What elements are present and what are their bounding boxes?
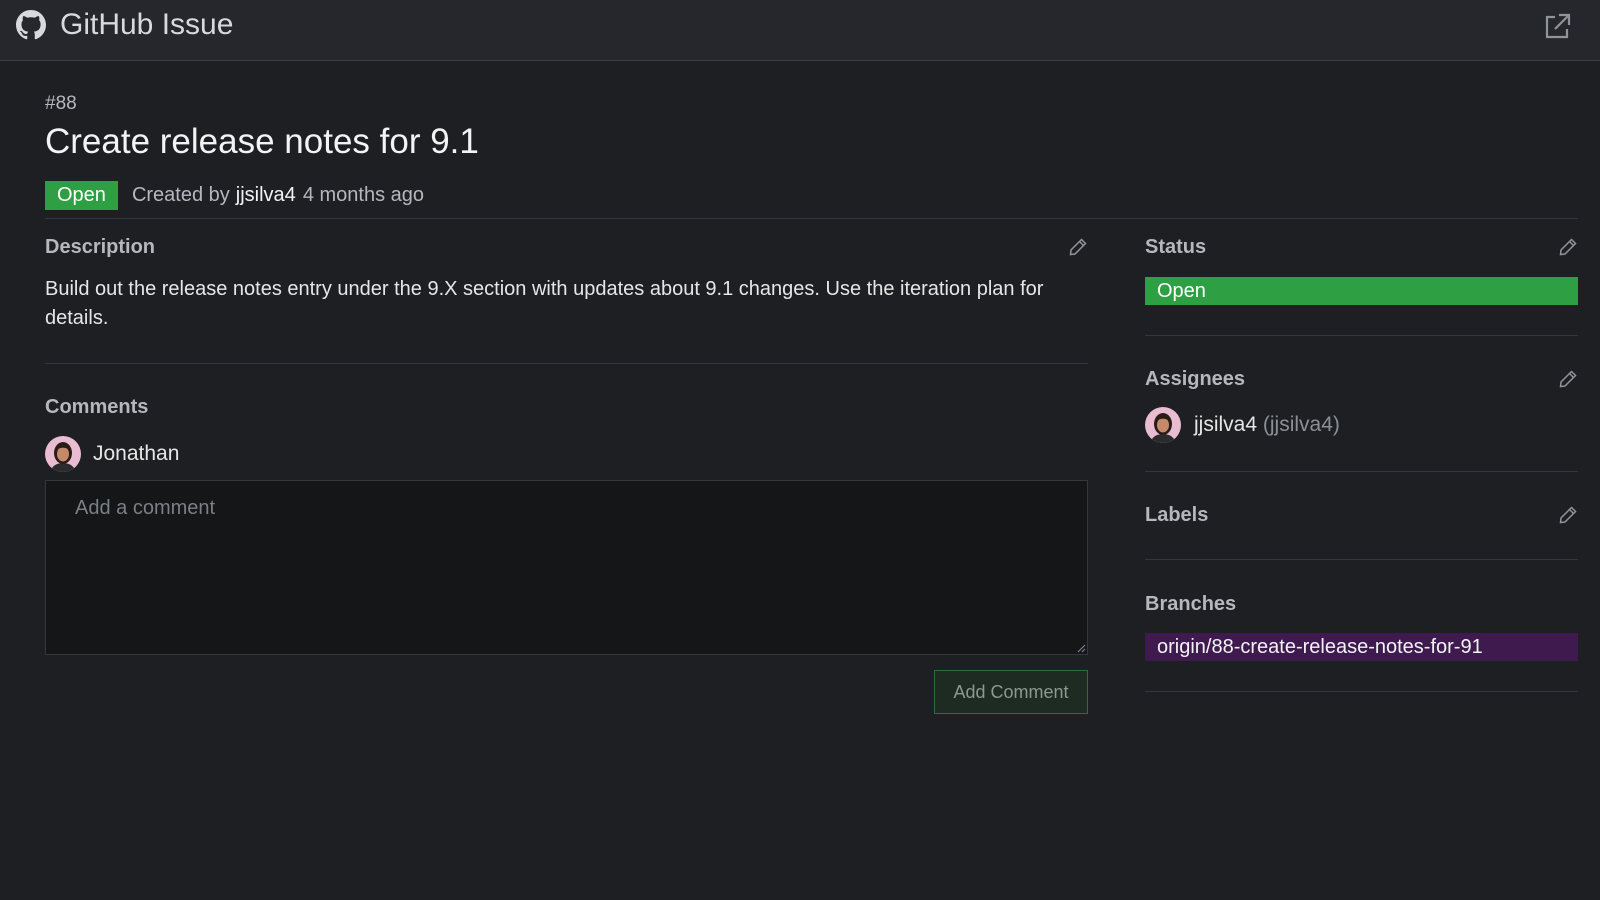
comment-input[interactable]	[45, 480, 1088, 655]
resize-grip-icon[interactable]	[1076, 643, 1086, 653]
issue-meta: Open Created by jjsilva4 4 months ago	[45, 181, 424, 210]
add-comment-button[interactable]: Add Comment	[934, 670, 1088, 714]
edit-status-pencil-icon[interactable]	[1558, 237, 1578, 257]
comments-heading: Comments	[45, 396, 149, 418]
branch-item[interactable]: origin/88-create-release-notes-for-91	[1145, 633, 1578, 661]
created-by-label: Created by	[131, 184, 230, 206]
edit-assignees-pencil-icon[interactable]	[1558, 369, 1578, 389]
assignees-heading: Assignees	[1145, 368, 1246, 390]
description-divider	[45, 363, 1088, 364]
edit-labels-pencil-icon[interactable]	[1558, 505, 1578, 525]
issue-author[interactable]: jjsilva4	[236, 184, 296, 207]
app-title: GitHub Issue	[60, 8, 234, 41]
labels-divider	[1145, 559, 1578, 560]
branches-heading: Branches	[1145, 593, 1237, 615]
edit-description-pencil-icon[interactable]	[1068, 237, 1088, 257]
assignees-divider	[1145, 471, 1578, 472]
status-value[interactable]: Open	[1145, 277, 1578, 305]
description-body: Build out the release notes entry under …	[45, 278, 1044, 329]
external-link-icon[interactable]	[1540, 10, 1574, 44]
status-divider	[1145, 335, 1578, 336]
description-heading: Description	[45, 236, 156, 258]
created-time: 4 months ago	[302, 184, 425, 206]
assignee-item[interactable]: jjsilva4 (jjsilva4)	[1194, 411, 1340, 439]
issue-number: #88	[45, 93, 77, 114]
current-user-avatar	[45, 436, 81, 472]
status-heading: Status	[1145, 236, 1207, 258]
issue-state-badge: Open	[45, 181, 118, 210]
assignee-name: jjsilva4	[1194, 413, 1258, 436]
header-divider	[45, 218, 1578, 219]
title-bar: GitHub Issue	[0, 0, 1600, 61]
labels-heading: Labels	[1145, 504, 1209, 526]
github-icon	[16, 10, 46, 40]
branches-divider	[1145, 691, 1578, 692]
comment-author-name: Jonathan	[93, 442, 180, 465]
assignee-avatar	[1145, 407, 1181, 443]
assignee-login: (jjsilva4)	[1262, 413, 1340, 436]
issue-title: Create release notes for 9.1	[45, 122, 479, 161]
